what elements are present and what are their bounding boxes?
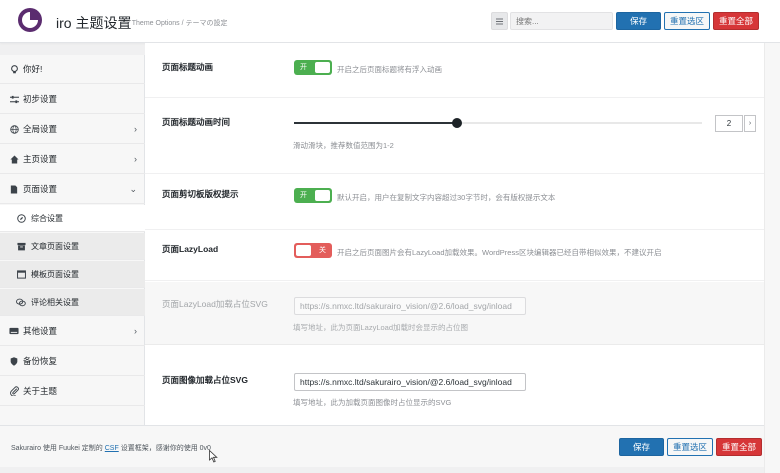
sidebar-item-backup[interactable]: 备份恢复 bbox=[0, 347, 145, 376]
comments-icon bbox=[16, 297, 26, 307]
setting-description: 滑动滑块，推荐数值范围为1-2 bbox=[293, 141, 394, 150]
sidebar-item-label: 文章页面设置 bbox=[31, 241, 79, 251]
sidebar-item-label: 其他设置 bbox=[23, 326, 58, 336]
sidebar-subitem-general[interactable]: 综合设置 bbox=[0, 205, 145, 232]
sidebar-item-label: 初步设置 bbox=[23, 94, 58, 104]
chevron-right-icon: › bbox=[134, 154, 137, 164]
top-header: iro 主题设置 / Theme Options / テーマの設定 保存 重置选… bbox=[0, 0, 780, 43]
sidebar-item-label: 模板页面设置 bbox=[31, 269, 79, 279]
home-icon bbox=[9, 154, 19, 164]
save-button[interactable]: 保存 bbox=[616, 12, 661, 30]
sidebar-item-hello[interactable]: 你好! bbox=[0, 55, 145, 84]
setting-row-lazyload-svg: 页面LazyLoad加载占位SVG 填写地址，此为页面LazyLoad加载时会显… bbox=[145, 282, 764, 345]
sidebar-item-label: 关于主题 bbox=[23, 386, 58, 396]
setting-row-image-svg: 页面图像加载占位SVG 填写地址，此为加载页面图像时占位显示的SVG bbox=[145, 346, 764, 425]
sidebar-subitem-comments[interactable]: 评论相关设置 bbox=[0, 289, 145, 316]
chevron-right-icon: › bbox=[134, 326, 137, 336]
footer-credit: Sakurairo 使用 Fuukei 定制的 CSF 设置框架，感谢你的使用 … bbox=[11, 445, 211, 452]
footer: Sakurairo 使用 Fuukei 定制的 CSF 设置框架，感谢你的使用 … bbox=[0, 425, 764, 467]
setting-description: 默认开启，用户在复制文字内容超过30字节时，会有版权提示文本 bbox=[337, 193, 556, 202]
setting-description: 开启之后页面图片会有LazyLoad加载效果。WordPress区块编辑器已经自… bbox=[337, 248, 662, 257]
lazyload-svg-input[interactable] bbox=[294, 297, 526, 315]
sidebar-item-label: 主页设置 bbox=[23, 154, 58, 164]
setting-description: 填写地址，此为加载页面图像时占位显示的SVG bbox=[293, 398, 452, 407]
footer-reset-all-button[interactable]: 重置全部 bbox=[716, 438, 762, 456]
window-icon bbox=[16, 269, 26, 279]
footer-save-button[interactable]: 保存 bbox=[619, 438, 664, 456]
globe-icon bbox=[9, 124, 19, 134]
archive-icon bbox=[16, 241, 26, 251]
sliders-icon bbox=[9, 94, 19, 104]
reset-all-button[interactable]: 重置全部 bbox=[713, 12, 759, 30]
setting-label: 页面标题动画 bbox=[162, 62, 214, 72]
search-icon[interactable] bbox=[491, 12, 508, 30]
sidebar-subitem-template[interactable]: 模板页面设置 bbox=[0, 261, 145, 288]
mouse-cursor-icon bbox=[209, 450, 218, 463]
setting-label: 页面剪切板版权提示 bbox=[162, 189, 239, 199]
setting-label: 页面图像加载占位SVG bbox=[162, 375, 248, 385]
slider-thumb[interactable] bbox=[452, 118, 463, 128]
sidebar-item-label: 页面设置 bbox=[23, 184, 58, 194]
setting-row-lazyload: 页面LazyLoad 关 开启之后页面图片会有LazyLoad加载效果。Word… bbox=[145, 231, 764, 281]
setting-row-clipboard: 页面剪切板版权提示 开 默认开启，用户在复制文字内容超过30字节时，会有版权提示… bbox=[145, 175, 764, 230]
csf-link[interactable]: CSF bbox=[105, 445, 119, 452]
footer-reset-section-button[interactable]: 重置选区 bbox=[667, 438, 713, 456]
sidebar-item-label: 综合设置 bbox=[31, 213, 63, 223]
clipboard-toggle[interactable]: 开 bbox=[294, 188, 332, 203]
iro-logo-icon bbox=[18, 8, 42, 32]
chevron-right-icon: › bbox=[134, 124, 137, 134]
compass-icon bbox=[16, 213, 26, 223]
setting-description: 开启之后页面标题将有浮入动画 bbox=[337, 65, 442, 74]
settings-panel: 页面标题动画 开 开启之后页面标题将有浮入动画 页面标题动画时间 2 › 滑动滑… bbox=[145, 43, 764, 425]
chevron-down-icon: ⌄ bbox=[129, 183, 137, 194]
search-input[interactable] bbox=[510, 12, 613, 30]
sidebar-item-about[interactable]: 关于主题 bbox=[0, 377, 145, 406]
reset-section-button[interactable]: 重置选区 bbox=[664, 12, 710, 30]
setting-label: 页面LazyLoad bbox=[162, 244, 219, 254]
lazyload-toggle[interactable]: 关 bbox=[294, 243, 332, 258]
scrollbar[interactable] bbox=[764, 43, 780, 473]
page-subtitle: / Theme Options / テーマの設定 bbox=[128, 20, 228, 27]
sidebar-item-label: 全局设置 bbox=[23, 124, 58, 134]
sidebar-item-label: 备份恢复 bbox=[23, 356, 58, 366]
setting-row-title-anim-time: 页面标题动画时间 2 › 滑动滑块，推荐数值范围为1-2 bbox=[145, 99, 764, 174]
sidebar-item-page[interactable]: 页面设置 ⌄ bbox=[0, 175, 145, 204]
sidebar-subitem-post[interactable]: 文章页面设置 bbox=[0, 233, 145, 260]
sidebar-item-home[interactable]: 主页设置 › bbox=[0, 145, 145, 174]
setting-label: 页面标题动画时间 bbox=[162, 117, 231, 127]
page-title: iro 主题设置 bbox=[56, 15, 132, 31]
sidebar-item-initial[interactable]: 初步设置 bbox=[0, 85, 145, 114]
setting-description: 填写地址，此为页面LazyLoad加载时会显示的占位图 bbox=[293, 323, 469, 332]
paperclip-icon bbox=[9, 386, 19, 396]
keyboard-icon bbox=[9, 326, 19, 336]
anim-time-slider[interactable] bbox=[294, 118, 702, 128]
title-anim-toggle[interactable]: 开 bbox=[294, 60, 332, 75]
sidebar: 你好! 初步设置 全局设置 › 主页设置 › 页面设置 ⌄ 综合设置 文章页面设… bbox=[0, 55, 145, 425]
sidebar-item-label: 评论相关设置 bbox=[31, 297, 79, 307]
file-icon bbox=[9, 184, 19, 194]
setting-row-title-anim: 页面标题动画 开 开启之后页面标题将有浮入动画 bbox=[145, 43, 764, 98]
shield-icon bbox=[9, 356, 19, 366]
sidebar-item-other[interactable]: 其他设置 › bbox=[0, 317, 145, 346]
image-svg-input[interactable] bbox=[294, 373, 526, 391]
sidebar-item-global[interactable]: 全局设置 › bbox=[0, 115, 145, 144]
lightbulb-icon bbox=[9, 64, 19, 74]
setting-label: 页面LazyLoad加载占位SVG bbox=[162, 299, 268, 309]
stepper-icon[interactable]: › bbox=[744, 115, 756, 132]
anim-time-value[interactable]: 2 bbox=[715, 115, 743, 132]
sidebar-item-label: 你好! bbox=[23, 64, 43, 74]
